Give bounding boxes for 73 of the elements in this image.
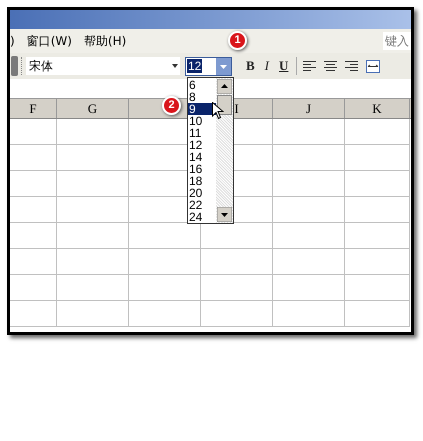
table-cell[interactable] — [129, 249, 201, 275]
table-cell[interactable] — [273, 223, 345, 249]
menu-item[interactable]: 帮助(H) — [84, 32, 126, 50]
table-cell[interactable] — [57, 275, 129, 301]
table-cell[interactable] — [10, 119, 57, 145]
table-cell[interactable] — [129, 275, 201, 301]
toolbar-separator-icon — [21, 57, 23, 75]
table-cell[interactable] — [57, 171, 129, 197]
table-cell[interactable] — [345, 275, 410, 301]
table-cell[interactable] — [345, 171, 410, 197]
italic-button[interactable]: I — [264, 59, 270, 73]
toolbar-grip-icon[interactable] — [11, 56, 18, 76]
table-cell[interactable] — [345, 301, 410, 327]
scroll-up-icon[interactable] — [217, 79, 232, 94]
help-search-field[interactable]: 键入 — [383, 32, 411, 50]
table-cell[interactable] — [273, 197, 345, 223]
table-cell[interactable] — [129, 301, 201, 327]
table-cell[interactable] — [345, 119, 410, 145]
table-cell[interactable] — [273, 119, 345, 145]
bold-button[interactable]: B — [245, 59, 256, 73]
merge-center-icon[interactable] — [366, 60, 380, 72]
size-option[interactable]: 20 — [188, 187, 216, 199]
align-left-icon[interactable] — [303, 60, 316, 72]
table-cell[interactable] — [345, 249, 410, 275]
table-cell[interactable] — [57, 223, 129, 249]
table-cell[interactable] — [273, 145, 345, 171]
table-cell[interactable] — [57, 249, 129, 275]
table-cell[interactable] — [10, 301, 57, 327]
table-cell[interactable] — [10, 249, 57, 275]
column-header[interactable]: G — [57, 99, 129, 118]
dropdown-arrow-icon[interactable] — [172, 64, 178, 68]
size-option[interactable]: 11 — [188, 127, 216, 139]
column-header[interactable]: J — [273, 99, 345, 118]
table-cell[interactable] — [273, 301, 345, 327]
font-name-combobox[interactable]: 宋体 — [26, 57, 180, 75]
size-option[interactable]: 12 — [188, 139, 216, 151]
size-option[interactable]: 18 — [188, 175, 216, 187]
size-option[interactable]: 24 — [188, 211, 216, 223]
align-center-icon[interactable] — [324, 60, 338, 72]
size-option[interactable]: 14 — [188, 151, 216, 163]
table-cell[interactable] — [345, 197, 410, 223]
align-right-icon[interactable] — [345, 60, 358, 72]
table-cell[interactable] — [57, 301, 129, 327]
table-cell[interactable] — [10, 197, 57, 223]
underline-button[interactable]: U — [278, 59, 290, 73]
table-cell[interactable] — [201, 301, 273, 327]
table-cell[interactable] — [10, 171, 57, 197]
table-cell[interactable] — [57, 119, 129, 145]
size-option[interactable]: 10 — [188, 115, 216, 127]
table-cell[interactable] — [57, 145, 129, 171]
column-header[interactable]: K — [345, 99, 410, 118]
size-option[interactable]: 16 — [188, 163, 216, 175]
table-cell[interactable] — [201, 275, 273, 301]
size-option[interactable]: 6 — [188, 79, 216, 91]
table-cell[interactable] — [273, 171, 345, 197]
table-cell[interactable] — [57, 197, 129, 223]
table-cell[interactable] — [345, 145, 410, 171]
column-header[interactable]: F — [10, 99, 57, 118]
table-cell[interactable] — [273, 275, 345, 301]
menu-item[interactable]: 窗口(W) — [26, 32, 72, 50]
scrollbar[interactable] — [216, 78, 233, 223]
table-cell[interactable] — [201, 249, 273, 275]
table-cell[interactable] — [10, 275, 57, 301]
mouse-pointer-icon — [212, 102, 224, 120]
table-cell[interactable] — [345, 223, 410, 249]
table-cell[interactable] — [10, 145, 57, 171]
scroll-down-icon[interactable] — [217, 207, 232, 222]
menu-item[interactable]: ) — [10, 32, 15, 50]
table-cell[interactable] — [10, 223, 57, 249]
table-cell[interactable] — [273, 249, 345, 275]
scroll-thumb[interactable] — [217, 95, 232, 115]
size-option[interactable]: 22 — [188, 199, 216, 211]
font-size-combobox[interactable]: 12 — [185, 56, 232, 76]
